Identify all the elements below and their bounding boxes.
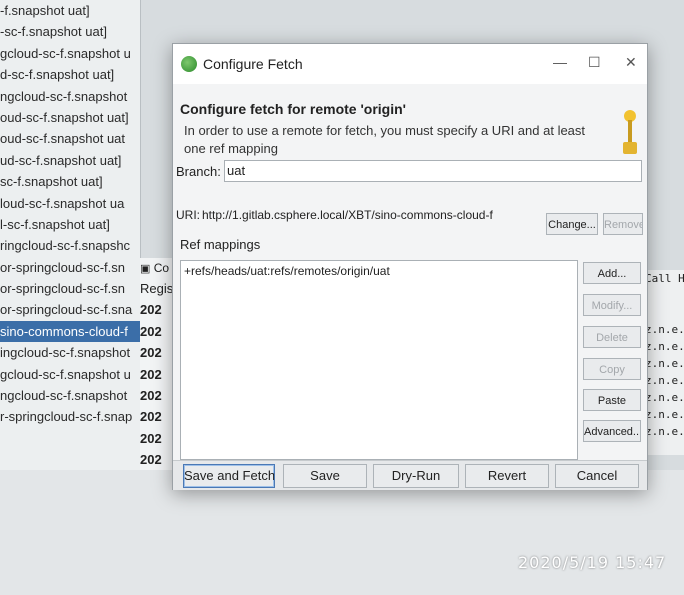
list-item-selected[interactable]: sino-commons-cloud-f bbox=[0, 320, 140, 343]
dry-run-button[interactable]: Dry-Run bbox=[373, 464, 459, 488]
list-item[interactable]: ingcloud-sc-f.snapshot bbox=[0, 342, 140, 363]
change-uri-button[interactable]: Change... bbox=[546, 213, 598, 235]
view-tab-label: Co bbox=[153, 261, 170, 275]
list-item[interactable]: oud-sc-f.snapshot uat bbox=[0, 128, 140, 149]
wizard-banner-icon bbox=[619, 110, 641, 156]
list-item[interactable]: +refs/heads/uat:refs/remotes/origin/uat bbox=[181, 261, 577, 281]
list-item[interactable]: -sc-f.snapshot uat] bbox=[0, 21, 140, 42]
minimize-button[interactable]: — bbox=[553, 54, 567, 70]
list-item bbox=[645, 304, 684, 321]
background-right-column: Call H z.n.e.r z.n.e.r z.n.e.r z.n.e.r z… bbox=[645, 270, 684, 455]
console-icon: ▣ bbox=[140, 263, 151, 275]
list-item: z.n.e.r bbox=[645, 408, 684, 421]
branch-field[interactable] bbox=[224, 160, 642, 182]
list-item[interactable]: ngcloud-sc-f.snapshot bbox=[0, 385, 140, 406]
save-button[interactable]: Save bbox=[283, 464, 367, 488]
list-item: z.n.e.r bbox=[645, 323, 684, 336]
dialog-title: Configure Fetch bbox=[203, 56, 303, 72]
copy-button[interactable]: Copy bbox=[583, 358, 641, 380]
list-item[interactable]: ud-sc-f.snapshot uat] bbox=[0, 150, 140, 171]
photo-timestamp: 2020/5/19 15:47 bbox=[518, 553, 667, 572]
list-item[interactable]: l-sc-f.snapshot uat] bbox=[0, 214, 140, 235]
add-button[interactable]: Add... bbox=[583, 262, 641, 284]
branch-label: Branch: bbox=[176, 164, 221, 179]
eclipse-icon bbox=[181, 56, 197, 72]
list-item[interactable]: or-springcloud-sc-f.sn bbox=[0, 278, 140, 299]
list-item[interactable]: -f.snapshot uat] bbox=[0, 0, 140, 21]
list-item[interactable]: ringcloud-sc-f.snapshc bbox=[0, 235, 140, 256]
list-item: z.n.e.r bbox=[645, 391, 684, 404]
list-item[interactable]: oud-sc-f.snapshot uat] bbox=[0, 107, 140, 128]
list-item[interactable]: gcloud-sc-f.snapshot u bbox=[0, 43, 140, 64]
delete-button[interactable]: Delete bbox=[583, 326, 641, 348]
revert-button[interactable]: Revert bbox=[465, 464, 549, 488]
advanced-button[interactable]: Advanced... bbox=[583, 420, 641, 442]
list-item[interactable]: d-sc-f.snapshot uat] bbox=[0, 64, 140, 85]
save-and-fetch-button[interactable]: Save and Fetch bbox=[183, 464, 275, 488]
ref-mappings-label: Ref mappings bbox=[180, 237, 261, 252]
list-item: z.n.e.r bbox=[645, 340, 684, 353]
dialog-heading: Configure fetch for remote 'origin' bbox=[180, 101, 406, 117]
dialog-button-bar: Save and Fetch Save Dry-Run Revert Cance… bbox=[173, 460, 647, 490]
list-item: z.n.e.r bbox=[645, 374, 684, 387]
modify-button[interactable]: Modify... bbox=[583, 294, 641, 316]
uri-value: http://1.gitlab.csphere.local/XBT/sino-c… bbox=[202, 208, 493, 222]
paste-button[interactable]: Paste bbox=[583, 389, 641, 411]
uri-label: URI: bbox=[176, 208, 200, 222]
list-item[interactable]: loud-sc-f.snapshot ua bbox=[0, 193, 140, 214]
list-item[interactable]: gcloud-sc-f.snapshot u bbox=[0, 364, 140, 385]
dialog-hint: In order to use a remote for fetch, you … bbox=[184, 123, 586, 156]
ref-mappings-list[interactable]: +refs/heads/uat:refs/remotes/origin/uat bbox=[180, 260, 578, 460]
cancel-button[interactable]: Cancel bbox=[555, 464, 639, 488]
configure-fetch-dialog: Configure Fetch — ☐ ✕ Configure fetch fo… bbox=[172, 43, 648, 490]
dialog-titlebar[interactable]: Configure Fetch — ☐ ✕ bbox=[173, 44, 647, 84]
project-list: -f.snapshot uat] -sc-f.snapshot uat] gcl… bbox=[0, 0, 141, 470]
close-button[interactable]: ✕ bbox=[625, 54, 637, 71]
list-item[interactable]: sc-f.snapshot uat] bbox=[0, 171, 140, 192]
list-item: z.n.e.r bbox=[645, 357, 684, 370]
list-item: Call H bbox=[645, 272, 684, 285]
list-item[interactable]: or-springcloud-sc-f.sn bbox=[0, 257, 140, 278]
list-item bbox=[645, 287, 684, 304]
list-item[interactable]: r-springcloud-sc-f.snap bbox=[0, 406, 140, 427]
list-item: z.n.e.r bbox=[645, 425, 684, 438]
list-item[interactable]: ngcloud-sc-f.snapshot bbox=[0, 86, 140, 107]
remove-uri-button[interactable]: Remove bbox=[603, 213, 643, 235]
list-item[interactable]: or-springcloud-sc-f.sna bbox=[0, 299, 140, 320]
maximize-button[interactable]: ☐ bbox=[588, 54, 601, 71]
